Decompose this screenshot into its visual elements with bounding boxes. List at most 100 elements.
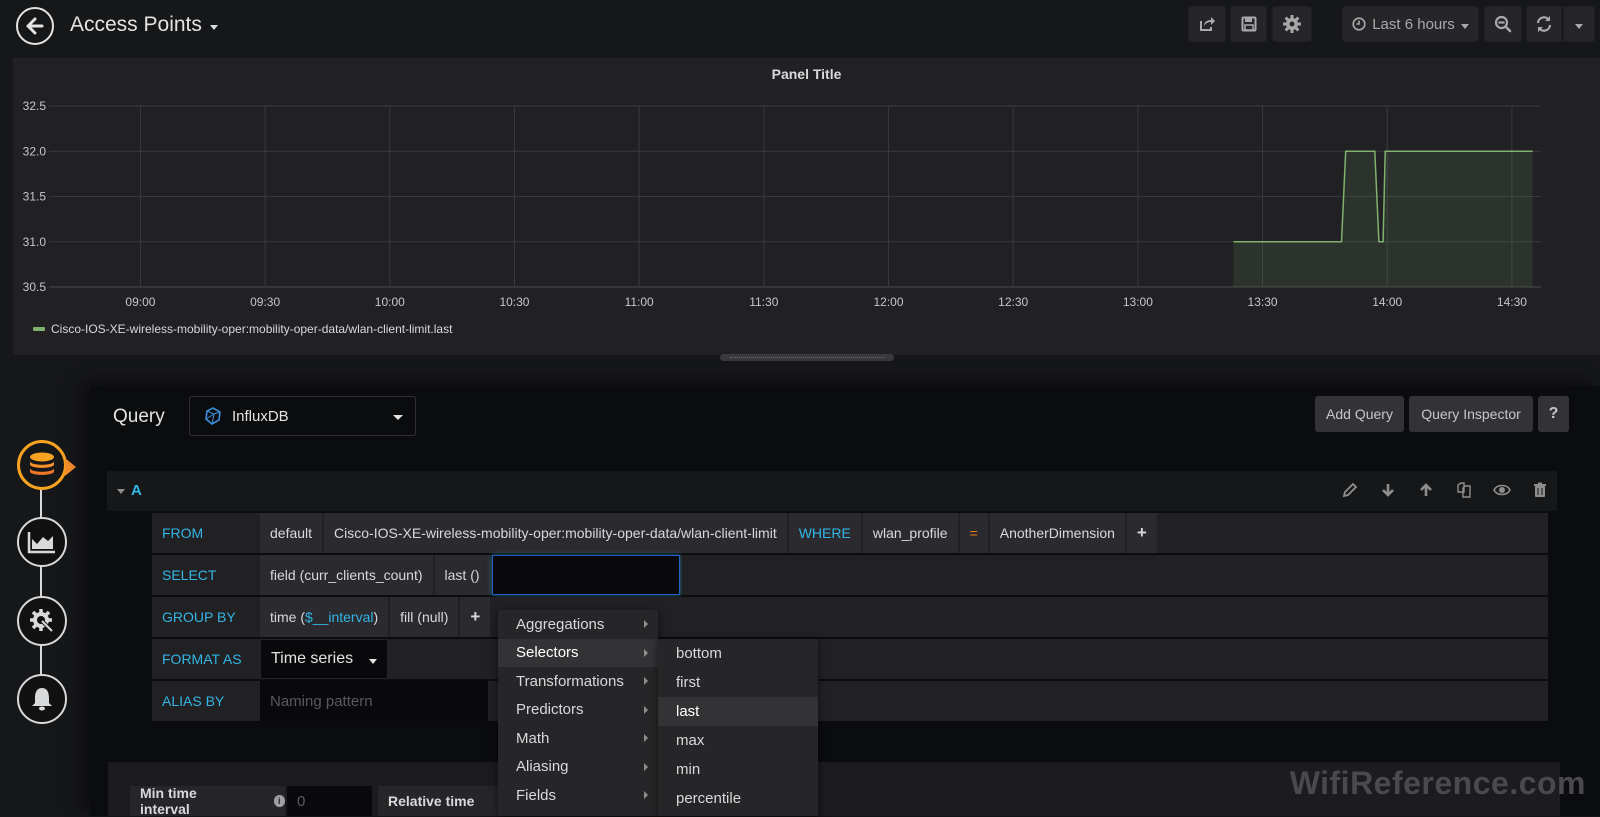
menu-item-aliasing[interactable]: Aliasing bbox=[498, 753, 658, 782]
chevron-down-icon bbox=[210, 25, 218, 30]
datasource-picker[interactable]: InfluxDB bbox=[189, 396, 416, 436]
info-icon[interactable]: i bbox=[274, 795, 285, 807]
chevron-down-icon bbox=[369, 659, 377, 664]
y-tick-label: 32.0 bbox=[23, 144, 47, 158]
min-time-interval-input[interactable]: 0 bbox=[287, 786, 372, 816]
time-series-chart: 30.531.031.532.032.509:0009:3010:0010:30… bbox=[13, 58, 1600, 355]
toggle-visibility-button[interactable] bbox=[1493, 481, 1511, 499]
query-collapse-toggle[interactable]: A bbox=[117, 482, 142, 499]
fill-segment[interactable]: fill (null) bbox=[390, 597, 458, 637]
submenu-item-percentile[interactable]: percentile bbox=[658, 784, 818, 813]
chevron-down-icon bbox=[1575, 24, 1583, 29]
menu-item-selectors[interactable]: Selectors bbox=[498, 639, 658, 668]
menu-item-math[interactable]: Math bbox=[498, 724, 658, 753]
refresh-interval-dropdown[interactable] bbox=[1563, 6, 1595, 42]
back-button[interactable] bbox=[16, 7, 54, 45]
select-row-filler bbox=[682, 555, 1548, 595]
dashboard-settings-button[interactable] bbox=[1272, 6, 1312, 42]
duplicate-query-button[interactable] bbox=[1455, 481, 1473, 499]
retention-policy-segment[interactable]: default bbox=[260, 513, 322, 553]
rail-visualization-button[interactable] bbox=[17, 517, 67, 567]
format-as-select[interactable]: Time series bbox=[260, 639, 388, 679]
panel-title[interactable]: Panel Title bbox=[13, 66, 1600, 82]
submenu-item-min[interactable]: min bbox=[658, 755, 818, 784]
trash-icon bbox=[1533, 482, 1547, 498]
time-picker-button[interactable]: Last 6 hours bbox=[1342, 6, 1479, 42]
y-tick-label: 31.0 bbox=[23, 235, 47, 249]
x-tick-label: 11:30 bbox=[749, 295, 778, 309]
database-icon bbox=[28, 452, 56, 478]
x-tick-label: 09:00 bbox=[125, 295, 155, 309]
alias-by-input[interactable]: Naming pattern bbox=[260, 681, 488, 721]
panel-resize-handle[interactable] bbox=[720, 354, 894, 361]
menu-item-label: Selectors bbox=[516, 644, 579, 661]
share-button[interactable] bbox=[1188, 6, 1226, 42]
field-segment[interactable]: field (curr_clients_count) bbox=[260, 555, 433, 595]
rail-queries-button[interactable] bbox=[17, 440, 67, 490]
rail-general-settings-button[interactable] bbox=[17, 596, 67, 646]
y-tick-label: 32.5 bbox=[23, 99, 47, 113]
dashboard-title[interactable]: Access Points bbox=[70, 13, 218, 37]
interval-variable: $__interval bbox=[305, 609, 374, 625]
measurement-segment[interactable]: Cisco-IOS-XE-wireless-mobility-oper:mobi… bbox=[324, 513, 787, 553]
delete-query-button[interactable] bbox=[1531, 481, 1549, 499]
submenu-item-last[interactable]: last bbox=[658, 697, 818, 726]
submenu-item-max[interactable]: max bbox=[658, 726, 818, 755]
settings-wrench-icon bbox=[28, 607, 56, 635]
tag-key-segment[interactable]: wlan_profile bbox=[863, 513, 958, 553]
save-dashboard-button[interactable] bbox=[1230, 6, 1267, 42]
menu-item-aggregations[interactable]: Aggregations bbox=[498, 610, 658, 639]
move-up-button[interactable] bbox=[1417, 481, 1435, 499]
move-down-button[interactable] bbox=[1379, 481, 1397, 499]
menu-item-transformations[interactable]: Transformations bbox=[498, 667, 658, 696]
menu-item-predictors[interactable]: Predictors bbox=[498, 696, 658, 725]
min-time-interval-text: Min time interval bbox=[140, 785, 246, 817]
x-tick-label: 09:30 bbox=[250, 295, 280, 309]
chevron-down-icon bbox=[1461, 24, 1469, 29]
time-interval-segment[interactable]: time ($__interval) bbox=[260, 597, 388, 637]
from-keyword: FROM bbox=[152, 513, 258, 553]
add-group-by-button[interactable]: + bbox=[460, 597, 490, 637]
menu-item-label: Transformations bbox=[516, 673, 624, 690]
rail-alert-button[interactable] bbox=[17, 674, 67, 724]
chevron-right-icon bbox=[644, 734, 648, 742]
where-keyword: WHERE bbox=[789, 513, 861, 553]
save-icon bbox=[1241, 16, 1257, 32]
chevron-right-icon bbox=[644, 791, 648, 799]
refresh-button[interactable] bbox=[1526, 6, 1562, 42]
submenu-item-first[interactable]: first bbox=[658, 668, 818, 697]
submenu-item-bottom[interactable]: bottom bbox=[658, 639, 818, 668]
from-row: FROM default Cisco-IOS-XE-wireless-mobil… bbox=[152, 513, 1548, 553]
query-inspector-button[interactable]: Query Inspector bbox=[1409, 396, 1533, 432]
add-where-button[interactable]: + bbox=[1127, 513, 1157, 553]
legend-item[interactable]: Cisco-IOS-XE-wireless-mobility-oper:mobi… bbox=[33, 322, 452, 336]
menu-item-fields[interactable]: Fields bbox=[498, 781, 658, 810]
arrow-down-icon bbox=[1380, 482, 1396, 498]
menu-item-label: Fields bbox=[516, 787, 556, 804]
x-tick-label: 10:30 bbox=[499, 295, 529, 309]
datasource-name: InfluxDB bbox=[232, 408, 289, 425]
query-editor: Query InfluxDB Add Query Query Inspector… bbox=[90, 386, 1600, 816]
arrow-left-icon bbox=[25, 16, 45, 36]
x-tick-label: 10:00 bbox=[375, 295, 405, 309]
chevron-down-icon bbox=[117, 489, 125, 494]
add-query-button[interactable]: Add Query bbox=[1315, 396, 1404, 432]
zoom-out-button[interactable] bbox=[1484, 6, 1522, 42]
tag-value-segment[interactable]: AnotherDimension bbox=[990, 513, 1125, 553]
x-tick-label: 11:00 bbox=[625, 295, 654, 309]
clock-icon bbox=[1352, 17, 1366, 31]
arrow-up-icon bbox=[1418, 482, 1434, 498]
chevron-right-icon bbox=[644, 649, 648, 657]
watermark: WifiReference.com bbox=[1290, 765, 1586, 802]
function-segment[interactable]: last () bbox=[435, 555, 490, 595]
chevron-right-icon bbox=[644, 677, 648, 685]
group-by-row: GROUP BY time ($__interval) fill (null) … bbox=[152, 597, 1548, 637]
format-as-value: Time series bbox=[271, 650, 353, 668]
select-add-input[interactable] bbox=[492, 555, 680, 595]
select-row: SELECT field (curr_clients_count) last (… bbox=[152, 555, 1548, 595]
dashboard-title-text: Access Points bbox=[70, 13, 202, 37]
refresh-icon bbox=[1535, 15, 1553, 33]
edit-raw-query-button[interactable] bbox=[1341, 481, 1359, 499]
help-button[interactable]: ? bbox=[1538, 396, 1569, 432]
operator-segment[interactable]: = bbox=[960, 513, 988, 553]
